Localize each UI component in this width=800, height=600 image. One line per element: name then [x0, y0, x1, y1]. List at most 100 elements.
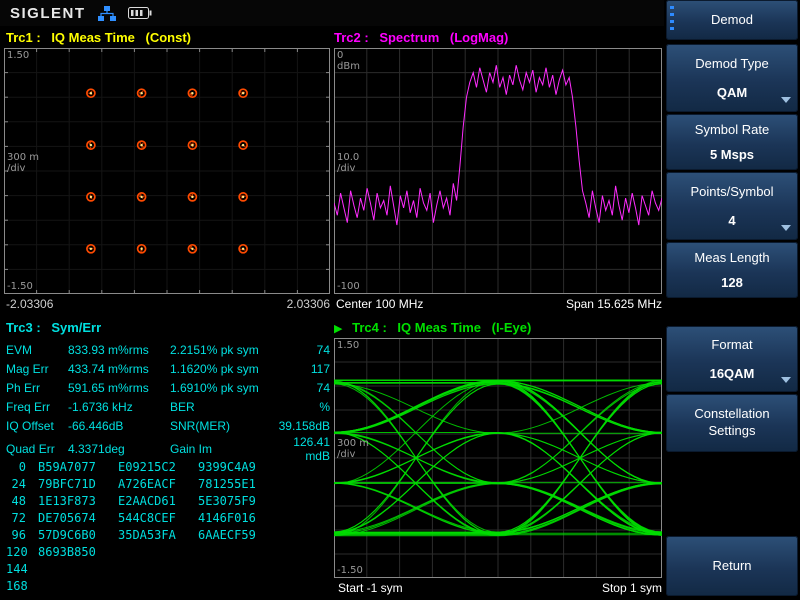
- symbol-cell: E09215C2: [118, 460, 198, 474]
- format-label: Format: [701, 337, 762, 354]
- symbol-index: 96: [6, 528, 38, 542]
- symbol-table: 0 B59A7077 E09215C2 9399C4A9 24 79BFC71D…: [6, 458, 330, 594]
- center-frequency: Center 100 MHz: [336, 297, 423, 311]
- trc2-label: Trc2 :: [334, 30, 369, 45]
- symbol-index: 0: [6, 460, 38, 474]
- trc1-name: IQ Meas Time: [51, 30, 135, 45]
- softkey-meas-length[interactable]: Meas Length 128: [666, 242, 798, 298]
- active-trace-icon: ▶: [334, 323, 342, 335]
- softkey-constellation-settings[interactable]: Constellation Settings: [666, 394, 798, 452]
- meas-cell: 74: [278, 343, 330, 357]
- constellation-settings-label: Constellation Settings: [666, 406, 798, 440]
- symbol-cell: 781255E1: [198, 477, 278, 491]
- meas-length-label: Meas Length: [684, 250, 779, 267]
- trc2-name: Spectrum: [379, 30, 439, 45]
- softkey-format[interactable]: Format 16QAM: [666, 326, 798, 392]
- meas-cell: -66.446dB: [68, 419, 170, 433]
- format-value: 16QAM: [710, 366, 755, 381]
- meas-cell: Gain Im: [170, 442, 278, 456]
- trc4-y-div: 300 m: [337, 438, 369, 449]
- points-per-symbol-label: Points/Symbol: [680, 184, 783, 201]
- symbol-row: 120 8693B850: [6, 543, 330, 560]
- trc1-y-min: -1.50: [7, 281, 33, 292]
- eye-stop-label: Stop 1 sym: [520, 581, 662, 595]
- symbol-cell: 8693B850: [38, 545, 118, 559]
- topbar: SIGLENT: [0, 0, 664, 26]
- trc1-y-div: 300 m: [7, 152, 39, 163]
- trc2-y-max-unit: dBm: [337, 61, 360, 72]
- meas-cell: 39.158dB: [278, 419, 330, 433]
- meas-cell: EVM: [6, 343, 68, 357]
- symbol-row: 0 B59A7077 E09215C2 9399C4A9: [6, 458, 330, 475]
- trc1-y-div-unit: /div: [7, 163, 25, 174]
- battery-icon: [128, 7, 152, 19]
- symbol-cell: B59A7077: [38, 460, 118, 474]
- points-per-symbol-value: 4: [728, 213, 735, 228]
- symbol-row: 144: [6, 560, 330, 577]
- menu-title-label: Demod: [701, 12, 763, 29]
- measurement-row: Quad Err 4.3371deg Gain Im 126.41 mdB: [6, 435, 330, 454]
- demod-type-value: QAM: [717, 85, 747, 100]
- brand-logo: SIGLENT: [10, 5, 86, 22]
- measurement-row: IQ Offset -66.446dB SNR(MER) 39.158dB: [6, 416, 330, 435]
- trc3-name: Sym/Err: [51, 320, 101, 335]
- trc1-mode: (Const): [146, 30, 192, 45]
- meas-cell: 591.65 m%rms: [68, 381, 170, 395]
- symbol-row: 168: [6, 577, 330, 594]
- meas-cell: 74: [278, 381, 330, 395]
- meas-cell: -1.6736 kHz: [68, 400, 170, 414]
- trc2-y-max: 0: [337, 50, 343, 61]
- measurement-row: Ph Err 591.65 m%rms 1.6910% pk sym 74: [6, 378, 330, 397]
- symbol-cell: 1E13F873: [38, 494, 118, 508]
- softkey-demod-type[interactable]: Demod Type QAM: [666, 44, 798, 112]
- meas-cell: 1.1620% pk sym: [170, 362, 278, 376]
- menu-title-demod: Demod: [666, 0, 798, 40]
- symbol-cell: DE705674: [38, 511, 118, 525]
- eye-plot: [334, 338, 662, 578]
- chevron-down-icon: [781, 225, 791, 231]
- symbol-index: 144: [6, 562, 38, 576]
- symbol-cell: 9399C4A9: [198, 460, 278, 474]
- trc1-header[interactable]: Trc1 : IQ Meas Time (Const): [6, 30, 191, 45]
- meas-cell: BER: [170, 400, 278, 414]
- spectrum-plot: [334, 48, 662, 294]
- trc4-mode: (I-Eye): [492, 320, 532, 335]
- return-label: Return: [702, 558, 761, 575]
- constellation-panel: 1.50 300 m /div -1.50: [4, 48, 330, 294]
- symbol-row: 24 79BFC71D A726EACF 781255E1: [6, 475, 330, 492]
- symbol-cell: 5E3075F9: [198, 494, 278, 508]
- symbol-cell: 35DA53FA: [118, 528, 198, 542]
- symbol-row: 72 DE705674 544C8CEF 4146F016: [6, 509, 330, 526]
- symbol-index: 48: [6, 494, 38, 508]
- softkey-symbol-rate[interactable]: Symbol Rate 5 Msps: [666, 114, 798, 170]
- eye-panel: 1.50 300 m /div -1.50: [334, 338, 662, 578]
- meas-length-value: 128: [721, 275, 743, 290]
- trc1-x-max: 2.03306: [226, 297, 330, 311]
- measurement-row: Mag Err 433.74 m%rms 1.1620% pk sym 117: [6, 359, 330, 378]
- trc4-header[interactable]: ▶ Trc4 : IQ Meas Time (I-Eye): [334, 320, 531, 335]
- span-frequency: Span 15.625 MHz: [470, 297, 662, 311]
- symbol-cell: 6AAECF59: [198, 528, 278, 542]
- symbol-cell: 57D9C6B0: [38, 528, 118, 542]
- softkey-return[interactable]: Return: [666, 536, 798, 596]
- trc2-mode: (LogMag): [450, 30, 508, 45]
- meas-cell: Ph Err: [6, 381, 68, 395]
- meas-cell: 433.74 m%rms: [68, 362, 170, 376]
- trc3-label: Trc3 :: [6, 320, 41, 335]
- symbol-row: 96 57D9C6B0 35DA53FA 6AAECF59: [6, 526, 330, 543]
- eye-start-label: Start -1 sym: [338, 581, 403, 595]
- meas-cell: SNR(MER): [170, 419, 278, 433]
- symbol-cell: 544C8CEF: [118, 511, 198, 525]
- measurement-table: EVM 833.93 m%rms 2.2151% pk sym 74 Mag E…: [6, 340, 330, 454]
- trc4-y-max: 1.50: [337, 340, 359, 351]
- meas-cell: IQ Offset: [6, 419, 68, 433]
- meas-cell: Freq Err: [6, 400, 68, 414]
- trc2-header[interactable]: Trc2 : Spectrum (LogMag): [334, 30, 508, 45]
- trc3-header[interactable]: Trc3 : Sym/Err: [6, 320, 101, 335]
- analyzer-screen: SIGLENT Trc1 : IQ Meas Time (Const) Trc2…: [0, 0, 800, 600]
- symbol-cell: 4146F016: [198, 511, 278, 525]
- symbol-cell: 79BFC71D: [38, 477, 118, 491]
- trc1-x-min: -2.03306: [6, 297, 53, 311]
- softkey-points-per-symbol[interactable]: Points/Symbol 4: [666, 172, 798, 240]
- trc4-y-min: -1.50: [337, 565, 363, 576]
